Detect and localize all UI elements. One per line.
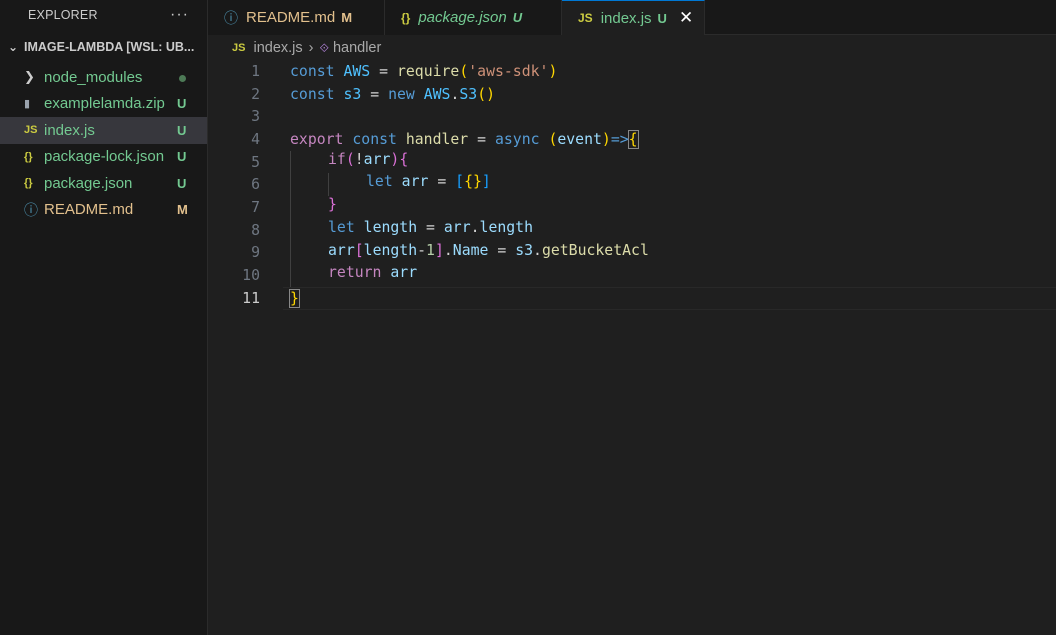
line-number: 8 <box>251 221 260 239</box>
line-number: 7 <box>251 198 260 216</box>
chevron-down-icon: ⌄ <box>8 40 19 54</box>
code-text: arr[length-1].Name = s3.getBucketAcl <box>290 241 649 265</box>
line-number: 10 <box>242 267 260 285</box>
code-text: if(!arr){ <box>290 150 408 174</box>
file-name: examplelamda.zip <box>44 95 165 113</box>
breadcrumb: JS index.js › ⟐ handler <box>208 36 1056 60</box>
code-line: 4 export const handler = async (event)=>… <box>208 128 1056 151</box>
explorer-title: EXPLORER <box>28 8 98 22</box>
tab-label: index.js <box>600 9 652 27</box>
tab-label: package.json <box>418 9 507 26</box>
js-icon: JS <box>232 42 246 54</box>
explorer-sidebar: EXPLORER ··· ⌄ IMAGE-LAMBDA [WSL: UB... … <box>0 0 208 635</box>
line-number: 3 <box>251 108 260 126</box>
code-text: } <box>290 196 337 219</box>
status-badge <box>177 70 207 85</box>
line-number: 1 <box>251 62 260 80</box>
file-name: README.md <box>44 201 134 219</box>
workspace-root[interactable]: ⌄ IMAGE-LAMBDA [WSL: UB... <box>0 30 207 64</box>
code-line: 3 <box>208 105 1056 128</box>
file-name: package.json <box>44 174 133 192</box>
json-icon: {} <box>24 177 33 190</box>
explorer-header: EXPLORER ··· <box>0 0 207 30</box>
tree-item-node-modules[interactable]: ❯ node_modules <box>0 64 207 91</box>
more-actions-icon[interactable]: ··· <box>170 6 189 24</box>
close-icon[interactable]: ✕ <box>679 8 693 28</box>
tab-status-badge: U <box>657 10 667 26</box>
code-text: let arr = [{}] <box>290 173 491 197</box>
tab-package-json[interactable]: {} package.json U <box>385 0 562 35</box>
code-line: 5 if(!arr){ <box>208 150 1056 174</box>
status-badge: U <box>177 122 187 138</box>
workspace-root-label: IMAGE-LAMBDA [WSL: UB... <box>24 40 195 54</box>
info-icon: ⓘ <box>24 201 38 218</box>
json-icon: {} <box>24 150 33 163</box>
code-line: 10 return arr <box>208 264 1056 287</box>
tab-status-badge: M <box>341 10 353 25</box>
code-editor[interactable]: 1 const AWS = require('aws-sdk') 2 const… <box>208 60 1056 635</box>
line-number: 4 <box>251 130 260 148</box>
status-badge: M <box>177 202 188 218</box>
code-line: 6 let arr = [{}] <box>208 173 1056 197</box>
file-name: index.js <box>44 121 95 139</box>
code-text: export const handler = async (event)=>{ <box>290 129 639 149</box>
line-number: 9 <box>251 244 260 262</box>
file-name: package-lock.json <box>44 148 165 166</box>
code-line: 7 } <box>208 196 1056 219</box>
code-line: 1 const AWS = require('aws-sdk') <box>208 60 1056 83</box>
function-symbol-icon: ⟐ <box>319 40 329 55</box>
status-badge: U <box>177 149 187 165</box>
editor-tab-bar: ⓘ README.md M {} package.json U JS index… <box>208 0 1056 35</box>
tab-label: README.md <box>246 9 336 26</box>
code-line-current: 11 } <box>208 286 1056 310</box>
code-text: const AWS = require('aws-sdk') <box>290 62 558 80</box>
file-name: node_modules <box>44 68 143 86</box>
tree-item-package-lock-json[interactable]: {} package-lock.json U <box>0 144 207 171</box>
tab-readme-md[interactable]: ⓘ README.md M <box>208 0 385 35</box>
breadcrumb-symbol[interactable]: handler <box>333 40 381 56</box>
chevron-right-icon: ❯ <box>24 69 35 85</box>
code-line: 8 let length = arr.length <box>208 218 1056 242</box>
breadcrumb-separator: › <box>308 40 314 56</box>
line-number: 2 <box>251 85 260 103</box>
tree-item-package-json[interactable]: {} package.json U <box>0 170 207 197</box>
tab-status-badge: U <box>512 10 523 25</box>
line-number: 6 <box>251 176 260 194</box>
zip-icon: ▮ <box>24 98 31 111</box>
tree-item-examplelamda-zip[interactable]: ▮ examplelamda.zip U <box>0 91 207 118</box>
tree-item-index-js[interactable]: JS index.js U <box>0 117 207 144</box>
code-text: const s3 = new AWS.S3() <box>290 85 496 103</box>
code-text: return arr <box>290 264 417 287</box>
tree-item-readme-md[interactable]: ⓘ README.md M <box>0 197 207 224</box>
info-icon: ⓘ <box>224 9 238 26</box>
line-number: 11 <box>242 289 260 307</box>
json-icon: {} <box>401 10 411 25</box>
code-line: 9 arr[length-1].Name = s3.getBucketAcl <box>208 241 1056 265</box>
code-text: } <box>289 288 300 308</box>
js-icon: JS <box>578 11 593 25</box>
status-badge: U <box>177 175 187 191</box>
breadcrumb-file[interactable]: index.js <box>253 40 302 56</box>
dot-icon <box>179 74 186 82</box>
status-badge: U <box>177 96 187 112</box>
tab-index-js[interactable]: JS index.js U ✕ <box>562 0 705 35</box>
js-icon: JS <box>24 124 38 137</box>
code-text: let length = arr.length <box>290 218 533 242</box>
line-number: 5 <box>251 153 260 171</box>
code-line: 2 const s3 = new AWS.S3() <box>208 83 1056 106</box>
